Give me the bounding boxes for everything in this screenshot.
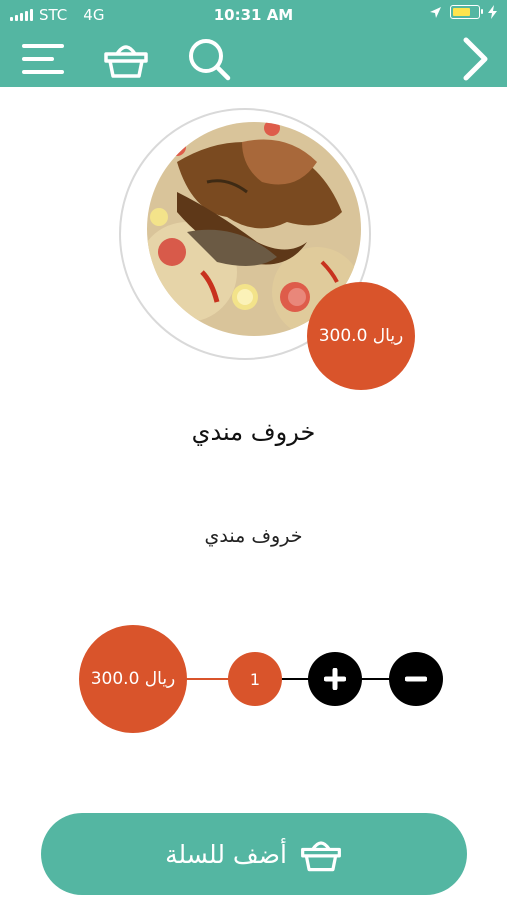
charging-bolt-icon — [488, 5, 497, 19]
basket-icon — [104, 44, 148, 78]
forward-button[interactable] — [455, 30, 495, 87]
menu-button[interactable] — [18, 30, 68, 87]
plus-icon — [324, 668, 346, 690]
basket-button[interactable] — [100, 30, 152, 87]
increase-quantity-button[interactable] — [308, 652, 362, 706]
basket-icon — [301, 841, 341, 872]
search-button[interactable] — [185, 30, 233, 87]
price-badge: 300.0 ريال — [307, 282, 415, 390]
search-icon — [189, 38, 231, 80]
add-to-cart-label: أضف للسلة — [165, 839, 287, 869]
product-description: خروف مندي — [204, 525, 303, 547]
chevron-right-icon — [463, 37, 488, 80]
product-title: خروف مندي — [191, 418, 316, 446]
menu-icon — [22, 43, 64, 74]
status-right — [429, 5, 497, 19]
location-arrow-icon — [430, 6, 441, 18]
battery-icon — [450, 5, 483, 19]
add-to-cart-button[interactable]: أضف للسلة — [41, 813, 467, 895]
connector-line — [180, 678, 232, 680]
total-price: 300.0 ريال — [79, 625, 187, 733]
nav-bar — [0, 30, 507, 87]
quantity-value: 1 — [228, 652, 282, 706]
status-bar: STC 4G 10:31 AM — [0, 0, 507, 30]
decrease-quantity-button[interactable] — [389, 652, 443, 706]
minus-icon — [405, 676, 427, 682]
